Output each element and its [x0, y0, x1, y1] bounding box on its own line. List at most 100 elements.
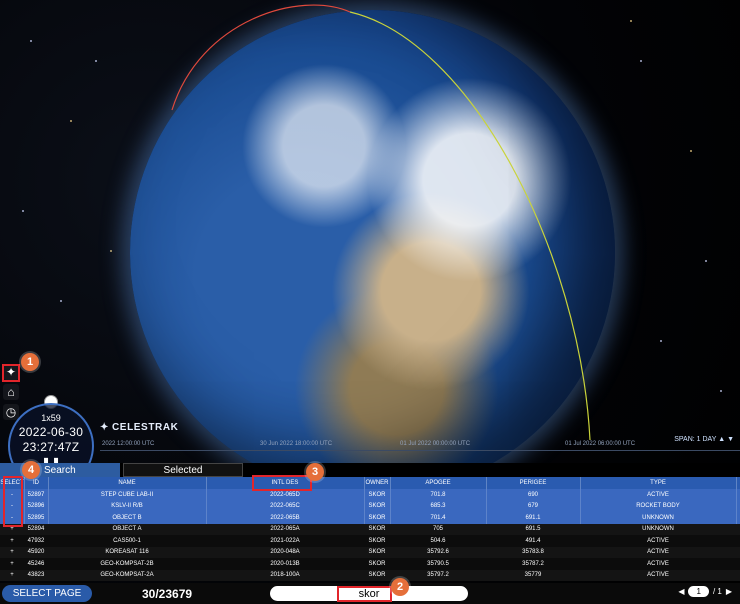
timeline[interactable]: 2022 12:00:00 UTC 30 Jun 2022 18:00:00 U… [100, 436, 740, 462]
perigee-cell: 691.5 [525, 526, 541, 533]
tab-search[interactable]: Search [0, 463, 120, 477]
type-cell: ACTIVE [647, 537, 669, 544]
name-cell: OBJECT B [48, 512, 207, 524]
apogee-cell: 685.3 [390, 500, 487, 512]
name-cell: OBJECT A [112, 526, 142, 533]
owner-cell: SKOR [364, 500, 391, 512]
type-cell: ACTIVE [580, 489, 737, 501]
apogee-cell: 701.8 [390, 489, 487, 501]
id-cell: 47932 [27, 537, 45, 544]
timeline-label: 01 Jul 2022 06:00:00 UTC [565, 441, 636, 447]
id-cell: 52895 [24, 512, 49, 524]
header-owner[interactable]: OWNER [364, 477, 391, 489]
apogee-cell: 705 [432, 526, 443, 533]
prev-page-icon[interactable]: ◀ [678, 587, 684, 596]
intl-des-cell: 2022-065A [270, 526, 300, 533]
results-table: SELECT ID NAME INTL DES OWNER APOGEE PER… [0, 477, 740, 581]
highlight-select-column [3, 476, 23, 527]
id-cell: 52896 [24, 500, 49, 512]
timeline-span-control[interactable]: SPAN: 1 DAY ▲ ▼ [674, 436, 734, 443]
perigee-cell: 35783.8 [522, 549, 544, 556]
tab-selected[interactable]: Selected [123, 463, 243, 477]
id-cell: 45246 [27, 560, 45, 567]
table-row[interactable]: -52895 OBJECT B 2022-065B SKOR 701.4 691.1 UNK… [0, 512, 740, 524]
intl-des-cell: 2021-022A [270, 537, 300, 544]
type-cell: ACTIVE [647, 572, 669, 579]
header-id[interactable]: ID [24, 477, 49, 489]
apogee-cell: 35792.6 [427, 549, 449, 556]
apogee-cell: 701.4 [390, 512, 487, 524]
owner-cell: SKOR [368, 549, 386, 556]
perigee-cell: 491.4 [525, 537, 541, 544]
timeline-label: 30 Jun 2022 18:00:00 UTC [260, 441, 333, 447]
type-cell: UNKNOWN [580, 512, 737, 524]
type-cell: ACTIVE [647, 560, 669, 567]
callout-badge-4: 4 [22, 461, 40, 479]
select-page-button[interactable]: SELECT PAGE [2, 585, 92, 602]
owner-cell: SKOR [364, 512, 391, 524]
select-toggle[interactable]: + [0, 547, 24, 559]
table-body: -52897 STEP CUBE LAB-II 2022-065D SKOR 701.8… [0, 489, 740, 581]
perigee-cell: 35787.2 [522, 560, 544, 567]
type-cell: ACTIVE [647, 549, 669, 556]
table-row[interactable]: -52897 STEP CUBE LAB-II 2022-065D SKOR 701.8… [0, 489, 740, 501]
id-cell: 43823 [27, 572, 45, 579]
select-toggle[interactable]: + [0, 535, 24, 547]
name-cell: STEP CUBE LAB-II [48, 489, 207, 501]
owner-cell: SKOR [364, 489, 391, 501]
name-cell: GEO-KOMPSAT-2A [100, 572, 154, 579]
select-toggle[interactable]: + [0, 570, 24, 582]
header-perigee[interactable]: PERIGEE [486, 477, 581, 489]
header-name[interactable]: NAME [48, 477, 207, 489]
celestrak-logo: ✦ CELESTRAK [100, 422, 179, 433]
next-page-icon[interactable]: ▶ [726, 587, 732, 596]
orbit-segment-red [171, 4, 351, 111]
callout-badge-2: 2 [391, 578, 409, 596]
orbit-segment-yellow [349, 11, 591, 441]
name-cell: GEO-KOMPSAT-2B [100, 560, 154, 567]
result-count: 30/23679 [142, 587, 193, 601]
intl-des-cell: 2018-100A [270, 572, 300, 579]
perigee-cell: 35779 [524, 572, 542, 579]
name-cell: KOREASAT 116 [105, 549, 149, 556]
table-row[interactable]: -52896 KSLV-II R/B 2022-065C SKOR 685.3 679 RO… [0, 500, 740, 512]
select-toggle[interactable]: + [0, 558, 24, 570]
highlight-satellite-toggle [2, 364, 20, 382]
clock-date: 2022-06-30 [18, 425, 84, 439]
table-row[interactable]: +52894 OBJECT A 2022-065A SKOR 705 691.5 UNKNO… [0, 523, 740, 535]
owner-cell: SKOR [368, 537, 386, 544]
callout-badge-3: 3 [306, 463, 324, 481]
home-icon[interactable]: ⌂ [3, 384, 19, 400]
highlight-intl-des [252, 475, 312, 491]
table-header: SELECT ID NAME INTL DES OWNER APOGEE PER… [0, 477, 740, 489]
type-cell: ROCKET BODY [580, 500, 737, 512]
intl-des-cell: 2020-048A [270, 549, 300, 556]
name-cell: CAS500-1 [113, 537, 141, 544]
perigee-cell: 691.1 [486, 512, 581, 524]
apogee-cell: 35790.5 [427, 560, 449, 567]
id-cell: 52897 [24, 489, 49, 501]
id-cell: 52894 [27, 526, 45, 533]
table-row[interactable]: +45246 GEO-KOMPSAT-2B 2020-013B SKOR 35790.5… [0, 558, 740, 570]
timeline-label: 2022 12:00:00 UTC [102, 441, 155, 447]
perigee-cell: 690 [486, 489, 581, 501]
globe-viewport[interactable]: ✦ ⌂ ◷ 1x59 2022-06-30 23:27:47Z ❚❚ ✦ CEL… [0, 0, 740, 604]
pager: ◀ 1 / 1 ▶ [678, 586, 732, 597]
perigee-cell: 679 [486, 500, 581, 512]
name-cell: KSLV-II R/B [48, 500, 207, 512]
table-row[interactable]: +45920 KOREASAT 116 2020-048A SKOR 35792.6 35… [0, 546, 740, 559]
owner-cell: SKOR [368, 526, 386, 533]
owner-cell: SKOR [368, 572, 386, 579]
type-cell: UNKNOWN [642, 526, 674, 533]
timeline-track[interactable] [100, 450, 740, 451]
callout-badge-1: 1 [21, 353, 39, 371]
header-apogee[interactable]: APOGEE [390, 477, 487, 489]
table-row[interactable]: +47932 CAS500-1 2021-022A SKOR 504.6 491.4 ACT… [0, 535, 740, 547]
panel-tabs: Search Selected [0, 463, 740, 477]
page-number-input[interactable]: 1 [688, 586, 709, 597]
header-type[interactable]: TYPE [580, 477, 737, 489]
owner-cell: SKOR [368, 560, 386, 567]
table-row[interactable]: +43823 GEO-KOMPSAT-2A 2018-100A SKOR 35797.2… [0, 569, 740, 582]
intl-des-cell: 2020-013B [270, 560, 300, 567]
clock-time: 23:27:47Z [22, 440, 80, 454]
